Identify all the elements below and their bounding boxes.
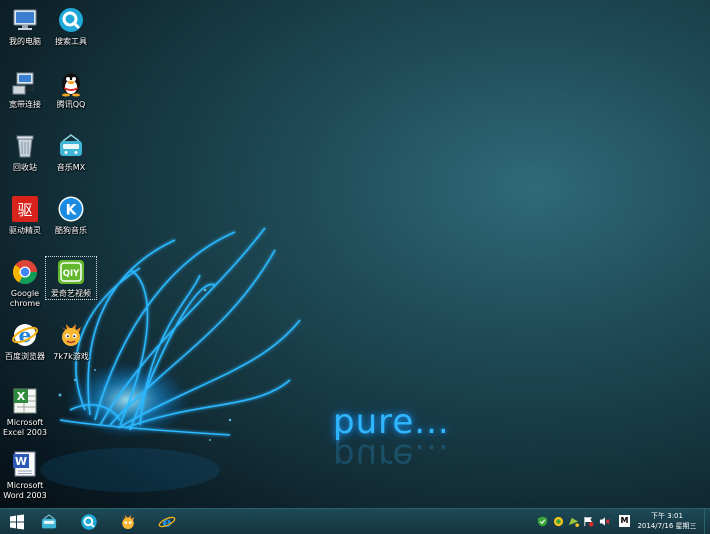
icon-label: 腾讯QQ: [56, 100, 86, 109]
radio-icon: [56, 131, 86, 161]
search-tool-icon: [81, 513, 97, 530]
network-status-icon[interactable]: [568, 516, 579, 527]
flag-action-center-icon[interactable]: [583, 516, 594, 527]
clock-time: 下午 3:01: [651, 512, 683, 520]
start-button[interactable]: [0, 510, 34, 533]
radio-icon: [41, 513, 57, 528]
word-icon: W: [10, 449, 40, 479]
qq-penguin-icon: [56, 68, 86, 98]
ie-browser-icon: e: [10, 320, 40, 350]
security-guard-icon[interactable]: [553, 516, 564, 527]
taskbar-clock[interactable]: 下午 3:01 2014/7/16 星期三: [636, 511, 698, 531]
svg-text:e: e: [19, 323, 32, 347]
desktop[interactable]: pure... pure... 我的电脑 宽带连接 回收站 驱 驱动精灵 Goo…: [0, 0, 710, 508]
svg-text:K: K: [66, 203, 78, 219]
ime-indicator[interactable]: M: [619, 515, 630, 527]
wallpaper-pure-reflection: pure...: [333, 436, 450, 476]
icon-label: 音乐MX: [56, 163, 86, 172]
desktop-icon-iqiyi-video[interactable]: QIY 爱奇艺视频: [45, 256, 97, 300]
show-desktop-button[interactable]: [704, 509, 710, 534]
driver-genius-icon: 驱: [10, 194, 40, 224]
shield-icon[interactable]: [537, 516, 548, 527]
icon-label: 7k7k游戏: [53, 352, 89, 361]
desktop-icon-search-tool[interactable]: 搜索工具: [46, 5, 96, 47]
clock-date: 2014/7/16 星期三: [637, 522, 697, 530]
svg-text:X: X: [17, 390, 26, 403]
icon-label: Microsoft Excel 2003: [2, 418, 48, 437]
icon-label: Microsoft Word 2003: [3, 481, 47, 500]
desktop-icon-excel-2003[interactable]: X Microsoft Excel 2003: [0, 386, 50, 438]
desktop-icon-tencent-qq[interactable]: 腾讯QQ: [46, 68, 96, 110]
taskbar-pinned-7k7k-games[interactable]: [111, 510, 145, 533]
taskbar-pinned-search-tool[interactable]: [72, 510, 106, 533]
icon-label: 酷狗音乐: [55, 226, 87, 235]
volume-muted-icon[interactable]: [599, 516, 610, 527]
desktop-icon-music-mx[interactable]: 音乐MX: [46, 131, 96, 173]
excel-icon: X: [10, 386, 40, 416]
ie-browser-icon: e: [158, 515, 176, 531]
start-windows-icon: [10, 514, 24, 529]
desktop-icon-7k7k-games[interactable]: 7k7k游戏: [46, 320, 96, 362]
game-mascot-icon: [56, 320, 86, 350]
desktop-icon-word-2003[interactable]: W Microsoft Word 2003: [0, 449, 50, 501]
taskbar-pinned-music-mx[interactable]: [32, 510, 66, 533]
taskbar: e M 下午 3:01 2014/7/16 星期三: [0, 508, 710, 534]
svg-text:QIY: QIY: [63, 269, 80, 279]
icon-label: 爱奇艺视频: [51, 289, 91, 298]
icon-label: 搜索工具: [55, 37, 87, 46]
recycle-bin-icon: [10, 131, 40, 161]
iqiyi-icon: QIY: [56, 257, 86, 287]
taskbar-pinned-ie-browser[interactable]: e: [150, 510, 184, 533]
desktop-icon-kugou-music[interactable]: K 酷狗音乐: [46, 194, 96, 236]
game-mascot-icon: [121, 514, 135, 529]
search-tool-icon: [56, 5, 86, 35]
network-icon: [10, 68, 40, 98]
computer-icon: [10, 5, 40, 35]
kugou-icon: K: [56, 194, 86, 224]
svg-text:W: W: [15, 455, 27, 468]
chrome-icon: [10, 257, 40, 287]
svg-text:驱: 驱: [17, 201, 32, 219]
desktop-icon-google-chrome[interactable]: Google chrome: [0, 257, 50, 309]
